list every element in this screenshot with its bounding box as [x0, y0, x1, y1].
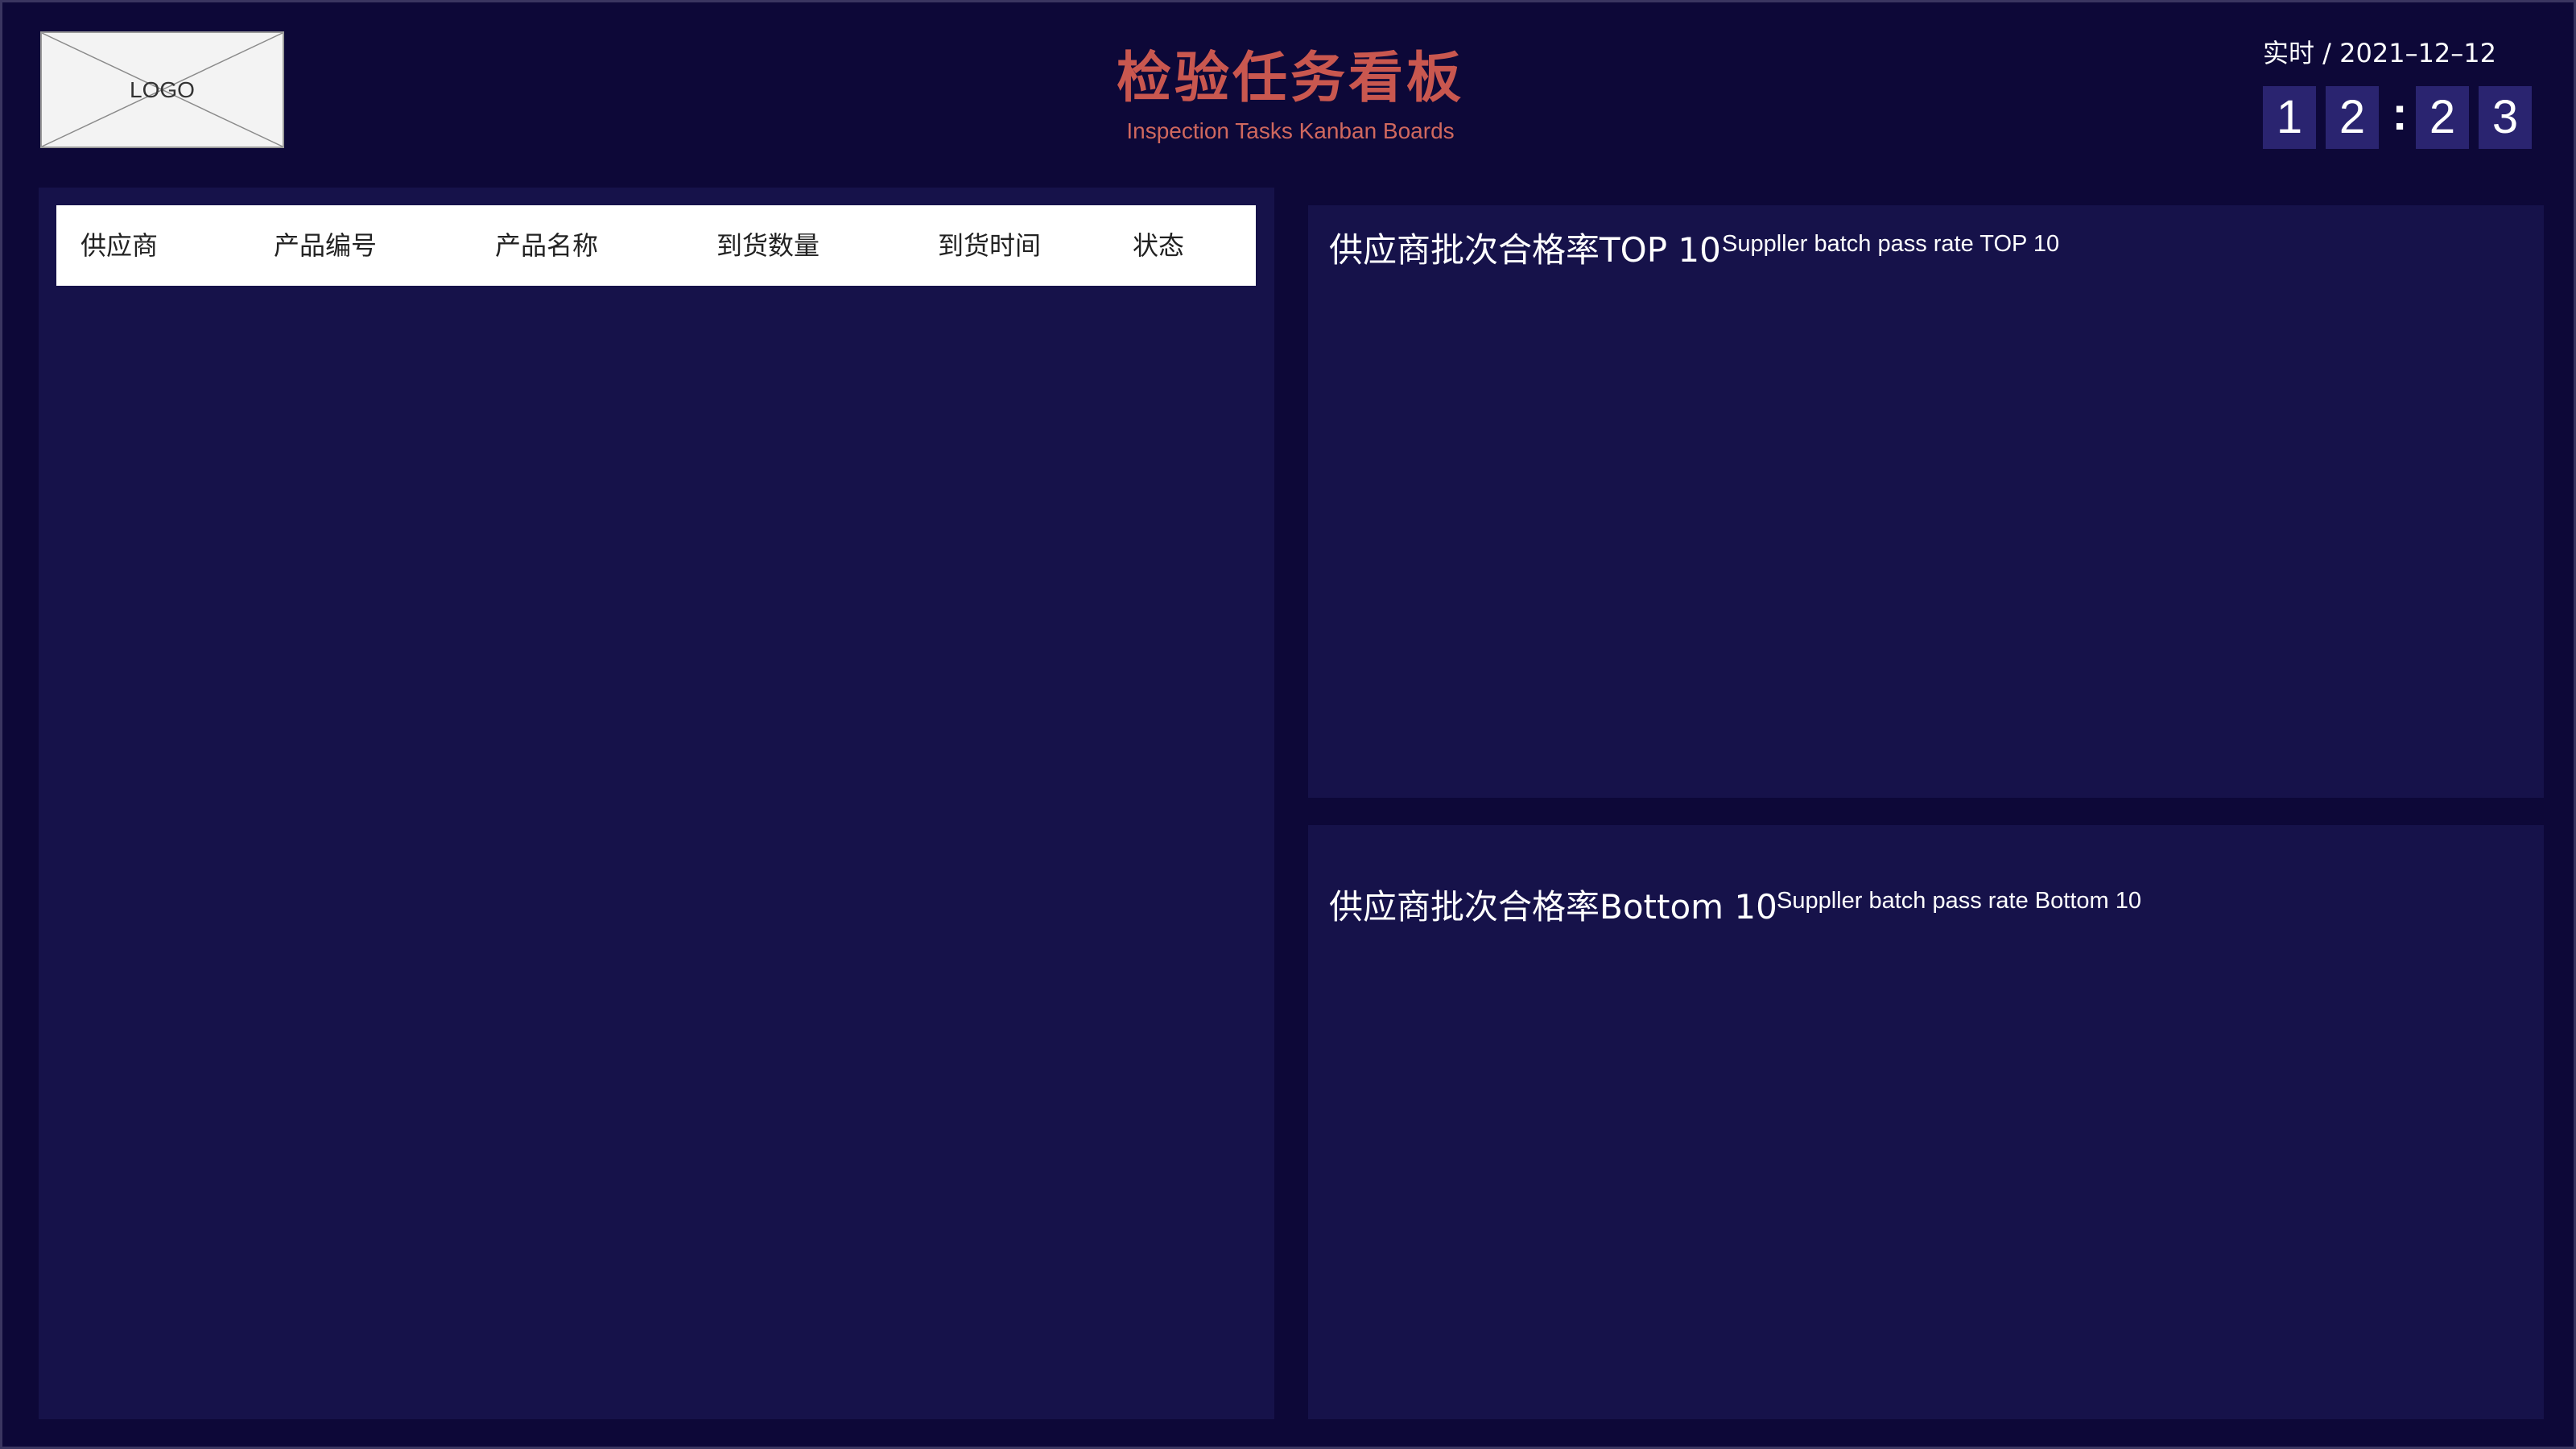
page-subtitle: Inspection Tasks Kanban Boards — [1126, 118, 1455, 143]
chart-area — [1329, 954, 2523, 1398]
supplier-pass-rate-top10-panel: 供应商批次合格率TOP 10 Suppller batch pass rate … — [1308, 205, 2544, 798]
column-header-status[interactable]: 状态 — [1133, 205, 1184, 286]
panel-title: 供应商批次合格率TOP 10 — [1329, 230, 1721, 270]
clock-digit: 1 — [2263, 86, 2316, 149]
column-header-supplier[interactable]: 供应商 — [80, 205, 158, 286]
supplier-pass-rate-bottom10-panel: 供应商批次合格率Bottom 10 Suppller batch pass ra… — [1308, 825, 2544, 1419]
column-header-arrival-time[interactable]: 到货时间 — [938, 205, 1041, 286]
panel-subtitle: Suppller batch pass rate TOP 10 — [1722, 231, 2060, 257]
dashboard-frame: LOGO 检验任务看板 Inspection Tasks Kanban Boar… — [0, 0, 2576, 1449]
logo-text: LOGO — [130, 76, 195, 102]
page-title: 检验任务看板 — [1116, 47, 1464, 110]
table-header: 供应商 产品编号 产品名称 到货数量 到货时间 状态 — [56, 205, 1256, 286]
clock-digit: 2 — [2416, 86, 2469, 149]
clock-digit: 3 — [2479, 86, 2532, 149]
panel-title: 供应商批次合格率Bottom 10 — [1329, 887, 1777, 927]
column-header-product-name[interactable]: 产品名称 — [495, 205, 598, 286]
realtime-date: 实时 / 2021–12–12 — [2263, 38, 2497, 68]
column-header-product-code[interactable]: 产品编号 — [274, 205, 377, 286]
inspection-task-panel: 供应商 产品编号 产品名称 到货数量 到货时间 状态 — [39, 188, 1274, 1419]
clock-separator: : — [2392, 88, 2408, 140]
panel-subtitle: Suppller batch pass rate Bottom 10 — [1777, 888, 2141, 914]
column-header-arrival-qty[interactable]: 到货数量 — [716, 205, 819, 286]
logo-placeholder: LOGO — [40, 31, 284, 148]
chart-area — [1329, 294, 2523, 777]
clock-digit: 2 — [2326, 86, 2379, 149]
table-body — [56, 286, 1256, 1397]
